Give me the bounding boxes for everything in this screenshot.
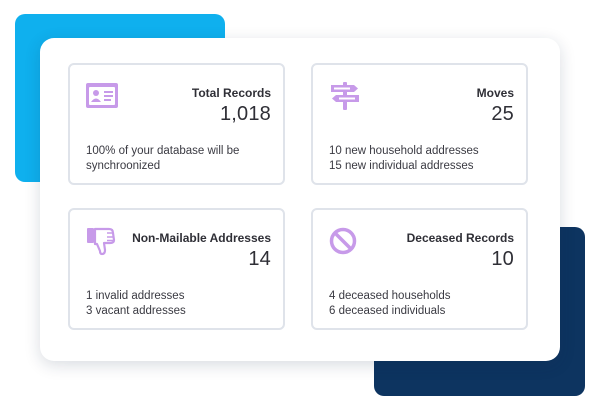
card-description: 10 new household addresses 15 new indivi… (329, 144, 519, 173)
description-line: 10 new household addresses (329, 145, 479, 157)
card-description: 100% of your database will be synchrooni… (86, 144, 276, 173)
deceased-records-card: Deceased Records 10 4 deceased household… (311, 208, 528, 330)
non-mailable-addresses-card: Non-Mailable Addresses 14 1 invalid addr… (68, 208, 285, 330)
id-card-icon (84, 80, 120, 112)
card-value: 25 (491, 103, 514, 125)
description-line: 4 deceased households (329, 290, 451, 302)
description-line: 3 vacant addresses (86, 304, 186, 317)
total-records-card: Total Records 1,018 100% of your databas… (68, 63, 285, 185)
description-line: 15 new individual addresses (329, 159, 474, 172)
card-title: Deceased Records (406, 231, 514, 245)
thumbs-down-icon (84, 225, 120, 257)
signpost-icon (327, 80, 363, 112)
moves-card: Moves 25 10 new household addresses 15 n… (311, 63, 528, 185)
card-description: 4 deceased households 6 deceased individ… (329, 289, 519, 318)
description-line: synchroonized (86, 159, 161, 172)
card-description: 1 invalid addresses 3 vacant addresses (86, 289, 276, 318)
description-line: 100% of your database will be (86, 145, 240, 157)
card-value: 14 (248, 248, 271, 270)
card-title: Total Records (191, 86, 271, 100)
card-title: Non-Mailable Addresses (132, 231, 271, 245)
card-value: 10 (491, 248, 514, 270)
description-line: 1 invalid addresses (86, 290, 185, 302)
card-value: 1,018 (219, 103, 271, 125)
prohibited-icon (327, 225, 363, 257)
stats-panel: Total Records 1,018 100% of your databas… (40, 38, 560, 361)
card-title: Moves (476, 86, 514, 100)
description-line: 6 deceased individuals (329, 304, 446, 317)
